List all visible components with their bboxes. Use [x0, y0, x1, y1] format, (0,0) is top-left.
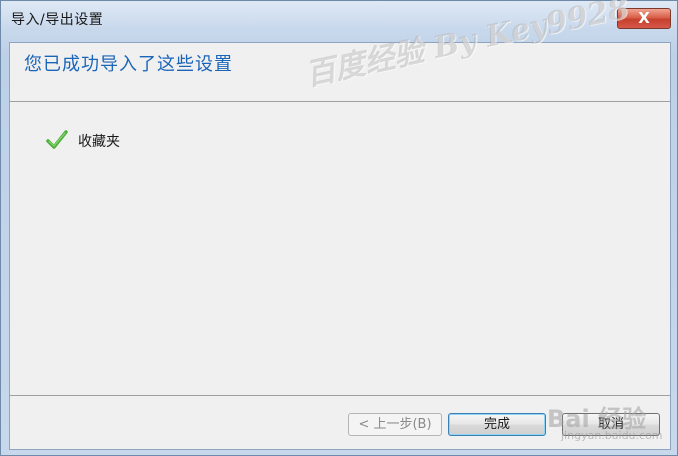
finish-button[interactable]: 完成: [448, 413, 546, 436]
footer-divider: [10, 395, 670, 396]
checkmark-icon: [46, 130, 68, 149]
title-bar[interactable]: 导入/导出设置 X: [1, 1, 677, 35]
dialog-header: 您已成功导入了这些设置: [10, 43, 670, 102]
back-button[interactable]: < 上一步(B): [348, 413, 442, 436]
close-button[interactable]: X: [617, 8, 671, 29]
imported-item-label: 收藏夹: [78, 134, 120, 150]
dialog-window: 导入/导出设置 X 您已成功导入了这些设置 收藏夹 < 上一步(B) 完成 取消…: [0, 0, 678, 456]
cancel-button[interactable]: 取消: [562, 413, 660, 436]
window-title: 导入/导出设置: [11, 12, 104, 28]
page-heading: 您已成功导入了这些设置: [24, 54, 233, 75]
close-icon: X: [638, 9, 650, 27]
dialog-body: 您已成功导入了这些设置 收藏夹 < 上一步(B) 完成 取消: [9, 42, 671, 450]
